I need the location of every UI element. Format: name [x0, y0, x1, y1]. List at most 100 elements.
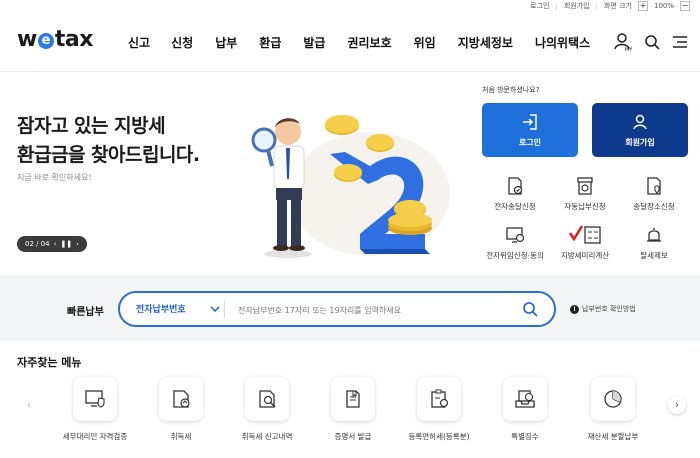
my-label: MY: [625, 47, 632, 52]
nav-item-issue[interactable]: 발급: [303, 34, 325, 51]
favorite-label: 특별징수: [511, 432, 539, 441]
quick-tax-calculator[interactable]: 지방세미리계산: [545, 225, 625, 261]
favorite-tile: [503, 377, 547, 421]
favorites-prev-button[interactable]: ‹: [20, 396, 38, 414]
info-icon: !: [570, 304, 579, 314]
util-divider: |: [595, 1, 598, 10]
nav-item-pay[interactable]: 납부: [215, 34, 237, 51]
favorite-label: 취득세: [170, 432, 192, 441]
zoom-out-button[interactable]: −: [680, 0, 690, 11]
login-button[interactable]: 로그인: [482, 103, 578, 157]
payment-number-help-link[interactable]: ! 납부번호 확인방법: [570, 304, 636, 314]
favorite-label: 증명서 발급: [334, 432, 372, 441]
join-button-label: 회원가입: [625, 137, 655, 147]
chevron-down-icon[interactable]: [210, 305, 220, 313]
payment-type-select[interactable]: 전자납부번호: [136, 302, 186, 315]
favorite-tile: [73, 377, 117, 421]
favorite-tile: [417, 377, 461, 421]
location-doc-icon: [647, 177, 661, 195]
next-slide-icon[interactable]: ›: [76, 240, 79, 248]
quick-delivery-location[interactable]: 송달장소신청: [614, 176, 694, 212]
pager-count: 02 / 04: [25, 240, 50, 248]
prev-slide-icon[interactable]: ‹: [54, 240, 57, 248]
favorite-tile: [159, 377, 203, 421]
quick-label: 탈세제보: [640, 251, 668, 260]
fast-payment-box: 전자납부번호: [118, 291, 556, 327]
user-icon: [633, 114, 647, 129]
favorites-next-button[interactable]: ›: [668, 396, 686, 414]
util-divider: |: [555, 1, 558, 10]
logo-text: tax: [54, 27, 94, 52]
banner-pager: 02 / 04 ‹ ❚❚ ›: [17, 236, 87, 252]
quick-label: 송달장소신청: [633, 202, 675, 211]
nav-item-rights[interactable]: 권리보호: [347, 34, 391, 51]
zoom-level: 100%: [653, 1, 674, 10]
quick-label: 전자위임신청·동의: [486, 251, 544, 260]
favorites-title: 자주찾는 메뉴: [17, 356, 82, 369]
payment-number-input[interactable]: [238, 301, 498, 319]
quick-tax-evasion-report[interactable]: 탈세제보: [614, 225, 694, 261]
header-icons: MY: [614, 32, 688, 52]
favorite-tile: [245, 377, 289, 421]
monitor-shield-icon: [85, 390, 105, 408]
favorite-tile: [331, 377, 375, 421]
utility-bar: 로그인 | 회원가입 | 화면 크기 + 100% −: [530, 0, 690, 11]
hero-title-line2: 환급금을 찾아드립니다.: [17, 144, 200, 166]
clipboard-icon: [431, 389, 449, 408]
tray-check-icon: [515, 390, 535, 408]
favorite-label: 세무대리인 자격검증: [62, 432, 128, 441]
logo-e-mark: e: [37, 33, 54, 49]
favorite-tile: [591, 377, 635, 421]
favorite-special-collection[interactable]: 특별징수: [480, 377, 570, 442]
login-button-label: 로그인: [518, 137, 542, 147]
util-join-link[interactable]: 회원가입: [564, 1, 590, 11]
nav-item-apply[interactable]: 신청: [171, 34, 193, 51]
main-nav: 신고 신청 납부 환급 발급 권리보호 위임 지방세정보 나의위택스: [128, 34, 590, 51]
search-icon[interactable]: [522, 301, 538, 317]
hero-illustration: [250, 104, 460, 264]
quick-label: 지방세미리계산: [560, 251, 610, 260]
favorite-tax-agent-verify[interactable]: 세무대리인 자격검증: [50, 377, 140, 442]
quick-label: 자동납부신청: [564, 202, 606, 211]
pie-icon: [604, 390, 622, 408]
favorite-label: 취득세 신고내역: [241, 432, 293, 441]
favorite-property-tax-installment[interactable]: 재산세 분할납부: [568, 377, 658, 442]
monitor-check-icon: [506, 227, 525, 243]
util-login-link[interactable]: 로그인: [530, 1, 549, 11]
nav-item-local-tax-info[interactable]: 지방세정보: [458, 34, 513, 51]
my-page-icon[interactable]: MY: [614, 32, 632, 52]
wetax-logo[interactable]: w e tax: [17, 27, 93, 52]
quick-auto-pay[interactable]: 자동납부신청: [545, 176, 625, 212]
search-icon[interactable]: [644, 34, 660, 50]
pause-icon[interactable]: ❚❚: [60, 240, 72, 248]
calculator-icon: [568, 225, 601, 244]
menu-icon[interactable]: [672, 35, 688, 49]
auto-pay-icon: [577, 177, 593, 195]
nav-item-my-wetax[interactable]: 나의위택스: [535, 34, 590, 51]
favorite-label: 등록면허세(등록분): [408, 432, 470, 441]
quick-e-delivery[interactable]: 전자송달신청: [475, 176, 555, 212]
fast-payment-label: 빠른납부: [67, 307, 104, 318]
favorite-registration-tax[interactable]: 등록면허세(등록분): [394, 377, 484, 442]
fast-payment-band: 빠른납부 전자납부번호 ! 납부번호 확인방법: [0, 275, 700, 341]
hero-title[interactable]: 잠자고 있는 지방세 환급금을 찾아드립니다.: [17, 112, 200, 170]
favorite-certificate-issue[interactable]: 증명서 발급: [308, 377, 398, 442]
quick-e-delegation[interactable]: 전자위임신청·동의: [475, 225, 555, 261]
login-icon: [523, 113, 537, 130]
first-visit-text: 처음 방문하셨나요?: [482, 86, 540, 94]
join-button[interactable]: 회원가입: [592, 103, 688, 157]
font-size-label: 화면 크기: [603, 1, 632, 10]
nav-item-report[interactable]: 신고: [128, 34, 150, 51]
nav-item-refund[interactable]: 환급: [259, 34, 281, 51]
search-doc-icon: [259, 390, 276, 408]
zoom-in-button[interactable]: +: [637, 0, 648, 11]
favorite-acquisition-tax[interactable]: 취득세: [136, 377, 226, 442]
wetax-home: 로그인 | 회원가입 | 화면 크기 + 100% − w e tax 신고 신청 …: [0, 0, 700, 458]
nav-item-delegation[interactable]: 위임: [414, 34, 436, 51]
chevron-left-icon: ‹: [27, 399, 31, 411]
document-check-icon: [508, 177, 523, 195]
hero-subtitle: 지금 바로 확인하세요!: [17, 173, 92, 182]
certificate-icon: [346, 390, 360, 408]
quick-label: 전자송달신청: [494, 202, 536, 211]
favorite-acquisition-history[interactable]: 취득세 신고내역: [222, 377, 312, 442]
